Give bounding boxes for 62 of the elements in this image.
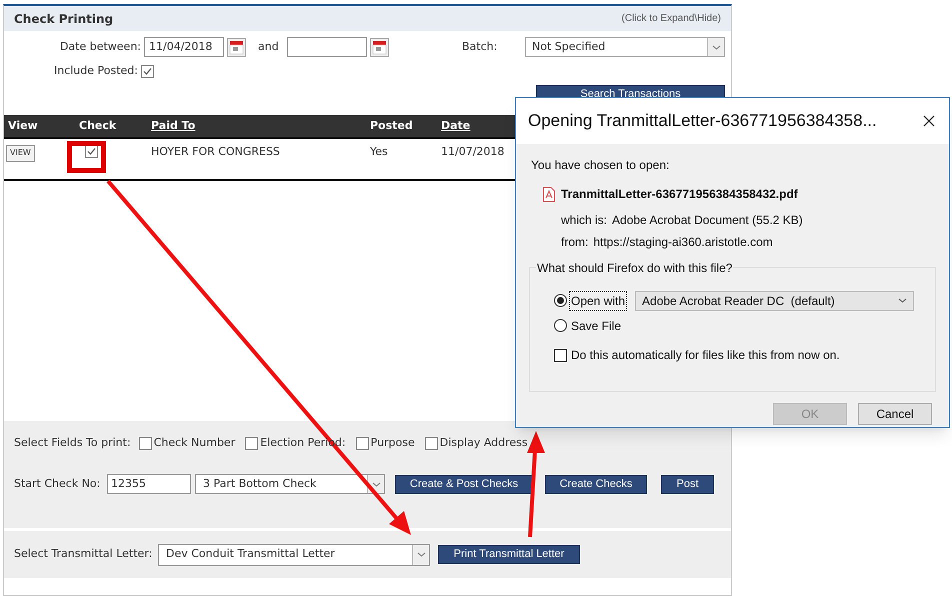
radio-label: Save File xyxy=(570,318,622,334)
dropdown-caret-icon xyxy=(712,44,720,50)
start-check-label: Start Check No: xyxy=(14,476,102,492)
action-button[interactable]: Create & Post Checks xyxy=(395,474,533,494)
action-button[interactable]: Print Transmittal Letter xyxy=(438,545,580,564)
date-from-field[interactable]: 11/04/2018 xyxy=(144,37,224,57)
dropdown-caret-icon xyxy=(898,298,908,303)
action-button[interactable]: Post xyxy=(661,474,714,494)
highlight-frame xyxy=(67,141,106,173)
column-header[interactable]: Paid To xyxy=(151,118,196,132)
date-to-field[interactable] xyxy=(287,37,367,57)
radio-label: Open with xyxy=(570,292,626,310)
which-is-label: which is: xyxy=(561,212,608,229)
print-fields-label: Select Fields To print: xyxy=(14,434,131,451)
check-type-select[interactable]: 3 Part Bottom Check xyxy=(195,474,385,494)
transmittal-select[interactable]: Dev Conduit Transmittal Letter xyxy=(158,544,430,566)
transmittal-label: Select Transmittal Letter: xyxy=(14,546,154,562)
auto-label: Do this automatically for files like this from now on. xyxy=(571,347,840,364)
batch-label: Batch: xyxy=(462,38,498,55)
radio-button[interactable] xyxy=(554,319,567,332)
file-source: https://staging-ai360.aristotle.com xyxy=(593,234,773,251)
field-checkbox[interactable] xyxy=(245,436,258,450)
include-posted-checkbox[interactable] xyxy=(141,64,154,78)
expand-hint: (Click to Expand\Hide) xyxy=(622,12,721,26)
and-label: and xyxy=(258,38,280,55)
file-type: Adobe Acrobat Document (55.2 KB) xyxy=(612,212,803,229)
field-option-label: Display Address xyxy=(440,434,528,451)
view-button[interactable]: VIEW xyxy=(6,144,35,162)
date-cell-text: 11/07/2018 xyxy=(441,144,506,160)
calendar-icon[interactable] xyxy=(227,38,246,56)
panel-title: Check Printing xyxy=(14,10,114,28)
date-label: Date between: xyxy=(58,38,142,55)
batch-select[interactable]: Not Specified xyxy=(525,37,725,57)
column-header: Posted xyxy=(370,118,413,132)
file-name: TranmittalLetter-636771956384358432.pdf xyxy=(561,186,798,203)
pdf-file-icon xyxy=(543,186,555,202)
start-check-field[interactable]: 12355 xyxy=(107,474,191,494)
calendar-icon[interactable] xyxy=(370,38,389,56)
field-option-label: Check Number xyxy=(154,434,236,451)
dialog-intro: You have chosen to open: xyxy=(531,157,670,174)
panel-header[interactable]: Check Printing (Click to Expand\Hide) xyxy=(4,6,731,31)
application-select[interactable]: Adobe Acrobat Reader DC (default) xyxy=(635,290,914,310)
from-label: from: xyxy=(561,234,588,251)
column-header[interactable]: Date xyxy=(441,118,470,132)
dropdown-caret-icon xyxy=(416,552,426,557)
posted-cell-text: Yes xyxy=(370,144,389,160)
include-posted-label: Include Posted: xyxy=(52,62,139,79)
field-checkbox[interactable] xyxy=(138,436,152,450)
radio-button[interactable] xyxy=(554,294,567,307)
dropdown-caret-icon xyxy=(372,482,380,486)
dialog-button[interactable]: Cancel xyxy=(858,403,932,425)
row-checkbox[interactable] xyxy=(85,145,98,158)
field-option-label: Purpose xyxy=(370,434,415,451)
column-header: Check xyxy=(79,118,116,132)
field-checkbox[interactable] xyxy=(424,436,438,450)
paid-to-cell-text: HOYER FOR CONGRESS xyxy=(151,144,281,160)
field-checkbox[interactable] xyxy=(356,436,369,450)
dialog-title: Opening TranmittalLetter-636771956384358... xyxy=(528,110,877,132)
auto-checkbox[interactable] xyxy=(554,348,567,362)
close-icon[interactable] xyxy=(923,115,935,127)
action-button[interactable]: Create Checks xyxy=(545,474,647,494)
column-header: View xyxy=(8,118,38,132)
